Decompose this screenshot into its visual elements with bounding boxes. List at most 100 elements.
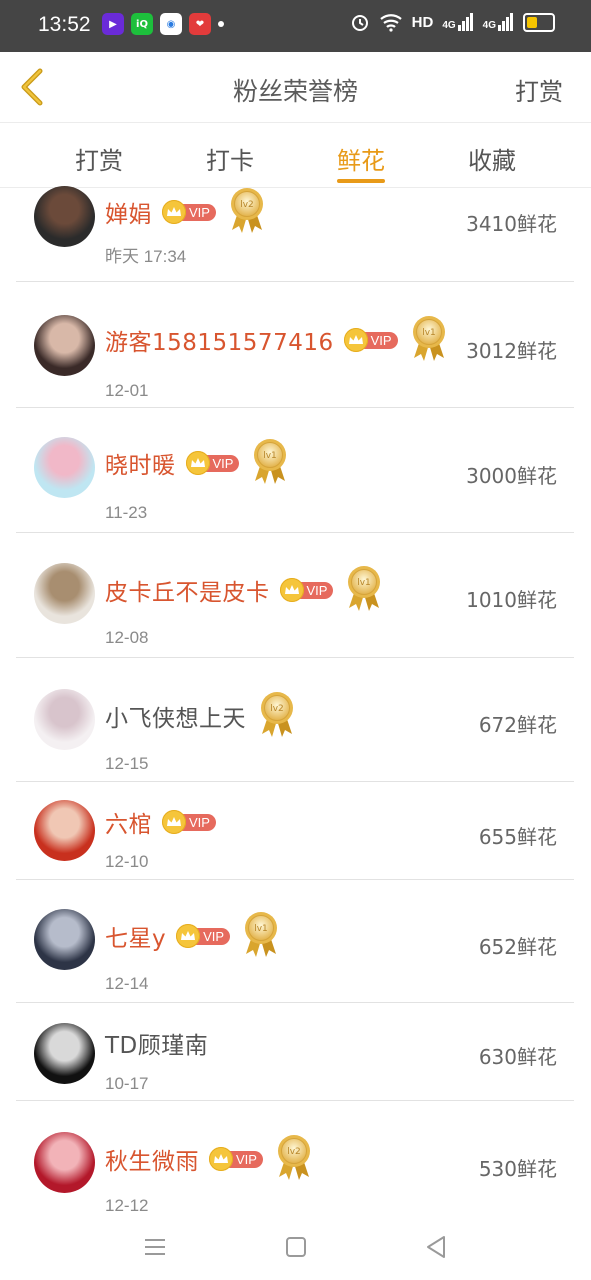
fan-row[interactable]: 七星y VIP lv1 12-14 652鲜花: [0, 881, 591, 1003]
crown-icon: [279, 578, 304, 602]
app-glyph: ▶: [109, 18, 117, 30]
iqiyi-app-icon: iQ: [131, 13, 153, 35]
fan-date: 12-01: [105, 381, 149, 400]
status-bar: 13:52 ▶ iQ ◉ ❤ HD 4G 4G: [0, 0, 591, 52]
flower-count: 3410鲜花: [466, 212, 557, 236]
avatar[interactable]: [34, 1023, 95, 1084]
fan-name[interactable]: 皮卡丘不是皮卡: [105, 573, 270, 607]
avatar[interactable]: [34, 689, 95, 750]
avatar[interactable]: [34, 909, 95, 970]
name-line: 皮卡丘不是皮卡 VIP lv1: [105, 566, 383, 612]
vip-badge: VIP: [279, 578, 334, 602]
level-medal: lv2: [263, 1133, 313, 1181]
app-glyph: iQ: [136, 18, 148, 30]
fan-date: 12-08: [105, 628, 149, 647]
fan-date: 11-23: [105, 503, 148, 522]
fan-name[interactable]: 七星y: [105, 919, 166, 953]
flower-count: 630鲜花: [478, 1045, 557, 1069]
medal-level-text: lv2: [240, 200, 254, 210]
fan-row[interactable]: 秋生微雨 VIP lv2 12-12 530鲜花: [0, 1102, 591, 1215]
medal-level-text: lv2: [287, 1147, 301, 1157]
vip-badge: VIP: [209, 1147, 263, 1171]
avatar[interactable]: [34, 186, 95, 247]
row-divider: [16, 532, 574, 533]
level-medal-icon: lv2: [261, 692, 293, 737]
fan-row[interactable]: 婵娟 VIP lv2 昨天 17:34 3410鲜花: [0, 186, 591, 282]
fan-row[interactable]: 六棺 VIP 12-10 655鲜花: [0, 783, 591, 880]
medal-level-text: lv2: [270, 704, 284, 714]
tab-flowers[interactable]: 鲜花: [301, 141, 421, 176]
flower-count: 3012鲜花: [466, 339, 557, 363]
fan-date: 10-17: [105, 1074, 149, 1093]
vip-badge: VIP: [185, 451, 240, 475]
crown-icon: [209, 1147, 233, 1171]
fan-name[interactable]: 小飞侠想上天: [105, 699, 246, 733]
menu-icon[interactable]: [140, 1232, 170, 1262]
tab-favorites[interactable]: 收藏: [432, 141, 552, 176]
flower-count: 655鲜花: [478, 825, 557, 849]
notification-dot: [218, 21, 224, 27]
tab-reward[interactable]: 打赏: [39, 141, 159, 176]
level-medal-icon: lv2: [230, 188, 263, 233]
video-app-icon: ▶: [102, 13, 124, 35]
browser-app-icon: ◉: [160, 13, 182, 35]
avatar[interactable]: [34, 800, 95, 861]
status-app-icons: ▶ iQ ◉ ❤: [102, 13, 224, 35]
row-divider: [16, 657, 574, 658]
vip-badge: VIP: [162, 810, 216, 834]
level-medal-icon: lv1: [245, 912, 278, 957]
level-medal-icon: lv1: [412, 316, 445, 361]
fan-name[interactable]: TD顾瑾南: [105, 1026, 208, 1060]
name-line: 六棺 VIP: [105, 805, 216, 839]
reward-button[interactable]: 打赏: [515, 72, 563, 107]
fan-name[interactable]: 秋生微雨: [105, 1142, 199, 1176]
network-type-2: 4G: [482, 20, 496, 31]
fan-row[interactable]: TD顾瑾南 10-17 630鲜花: [0, 1004, 591, 1101]
avatar[interactable]: [34, 1132, 95, 1193]
avatar[interactable]: [34, 563, 95, 624]
fan-name[interactable]: 婵娟: [105, 195, 152, 229]
fan-row[interactable]: 晓时暖 VIP lv1 11-23 3000鲜花: [0, 409, 591, 533]
app-glyph: ❤: [195, 18, 205, 30]
fan-date: 12-14: [105, 974, 149, 993]
level-medal-icon: lv2: [277, 1135, 310, 1180]
app-glyph: ◉: [166, 18, 176, 30]
flower-count: 3000鲜花: [466, 464, 557, 488]
name-line: 秋生微雨 VIP lv2: [105, 1135, 313, 1181]
hd-label: HD: [411, 13, 434, 31]
signal-2: 4G: [483, 13, 514, 31]
fan-row[interactable]: 小飞侠想上天 lv2 12-15 672鲜花: [0, 659, 591, 782]
fan-name[interactable]: 游客158151577416: [105, 323, 334, 357]
name-line: 小飞侠想上天 lv2: [105, 692, 296, 738]
name-line: 晓时暖 VIP lv1: [105, 439, 289, 485]
row-divider: [16, 879, 574, 880]
row-divider: [16, 781, 574, 782]
crown-icon: [176, 924, 201, 948]
level-medal: lv1: [333, 564, 383, 612]
medal-level-text: lv1: [264, 451, 278, 461]
medal-level-text: lv1: [358, 578, 372, 588]
fan-name[interactable]: 晓时暖: [105, 446, 176, 480]
vip-badge: VIP: [343, 328, 398, 352]
medal-level-text: lv1: [254, 924, 268, 934]
back-triangle-icon[interactable]: [421, 1232, 451, 1262]
active-tab-indicator: [337, 179, 385, 183]
status-time: 13:52: [38, 13, 91, 36]
home-square-icon[interactable]: [281, 1232, 311, 1262]
row-divider: [16, 281, 574, 282]
fan-date: 12-15: [105, 754, 149, 773]
fan-row[interactable]: 游客158151577416 VIP lv1 12-01 3012鲜花: [0, 283, 591, 408]
level-medal: lv2: [216, 186, 266, 234]
level-medal: lv1: [230, 910, 280, 958]
flower-count: 652鲜花: [478, 935, 557, 959]
wifi-icon: [379, 14, 402, 32]
tab-checkin[interactable]: 打卡: [170, 141, 290, 176]
level-medal: lv2: [246, 690, 296, 738]
fan-name[interactable]: 六棺: [105, 805, 152, 839]
crown-icon: [162, 200, 186, 224]
crown-icon: [343, 328, 368, 352]
fan-row[interactable]: 皮卡丘不是皮卡 VIP lv1 12-08 1010鲜花: [0, 534, 591, 658]
avatar[interactable]: [34, 437, 95, 498]
avatar[interactable]: [34, 315, 95, 376]
name-line: TD顾瑾南: [105, 1026, 208, 1060]
